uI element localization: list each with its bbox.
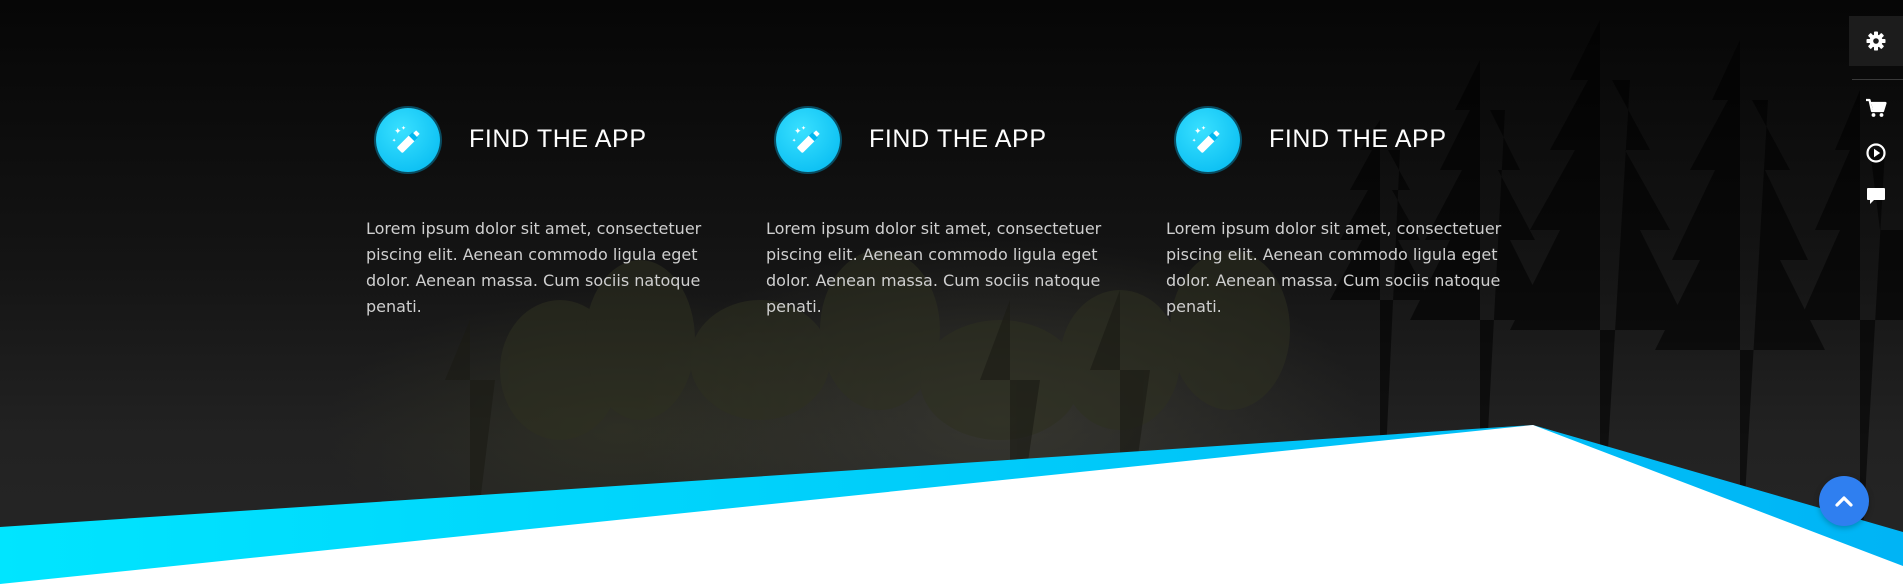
side-toolbar — [1849, 0, 1903, 230]
features-row: ✦ ✦ ✦ FIND THE APP Lorem ipsum dolor sit… — [366, 108, 1566, 316]
toolbar-divider — [1852, 79, 1903, 80]
feature-badge: ✦ ✦ ✦ — [376, 108, 440, 172]
svg-text:✦: ✦ — [1192, 138, 1196, 144]
chat-button[interactable] — [1849, 180, 1903, 212]
cart-button[interactable] — [1849, 92, 1903, 124]
svg-text:✦: ✦ — [392, 138, 396, 144]
feature-description: Lorem ipsum dolor sit amet, consectetuer… — [366, 219, 702, 316]
magic-wand-icon: ✦ ✦ ✦ — [1192, 125, 1220, 153]
scroll-to-top-button[interactable] — [1819, 476, 1869, 526]
settings-button[interactable] — [1849, 16, 1903, 66]
chevron-up-icon — [1835, 496, 1853, 507]
chat-icon — [1867, 188, 1885, 204]
video-button[interactable] — [1849, 137, 1903, 169]
feature-title: FIND THE APP — [1269, 125, 1447, 153]
svg-text:✦: ✦ — [1201, 125, 1206, 132]
feature-header: ✦ ✦ ✦ FIND THE APP — [1176, 108, 1536, 174]
feature-title: FIND THE APP — [469, 125, 647, 153]
feature-description: Lorem ipsum dolor sit amet, consectetuer… — [1166, 219, 1502, 316]
feature-header: ✦ ✦ ✦ FIND THE APP — [376, 108, 736, 174]
magic-wand-icon: ✦ ✦ ✦ — [792, 125, 820, 153]
feature-header: ✦ ✦ ✦ FIND THE APP — [776, 108, 1136, 174]
svg-text:✦: ✦ — [801, 125, 806, 132]
cart-icon — [1866, 98, 1887, 117]
play-icon — [1866, 143, 1886, 163]
svg-text:✦: ✦ — [401, 125, 406, 132]
hero-section: ✦ ✦ ✦ FIND THE APP Lorem ipsum dolor sit… — [0, 0, 1903, 584]
feature-description: Lorem ipsum dolor sit amet, consectetuer… — [766, 219, 1102, 316]
feature-title: FIND THE APP — [869, 125, 1047, 153]
feature-badge: ✦ ✦ ✦ — [776, 108, 840, 172]
magic-wand-icon: ✦ ✦ ✦ — [392, 125, 420, 153]
gear-icon — [1866, 31, 1886, 51]
feature-badge: ✦ ✦ ✦ — [1176, 108, 1240, 172]
svg-text:✦: ✦ — [792, 138, 796, 144]
